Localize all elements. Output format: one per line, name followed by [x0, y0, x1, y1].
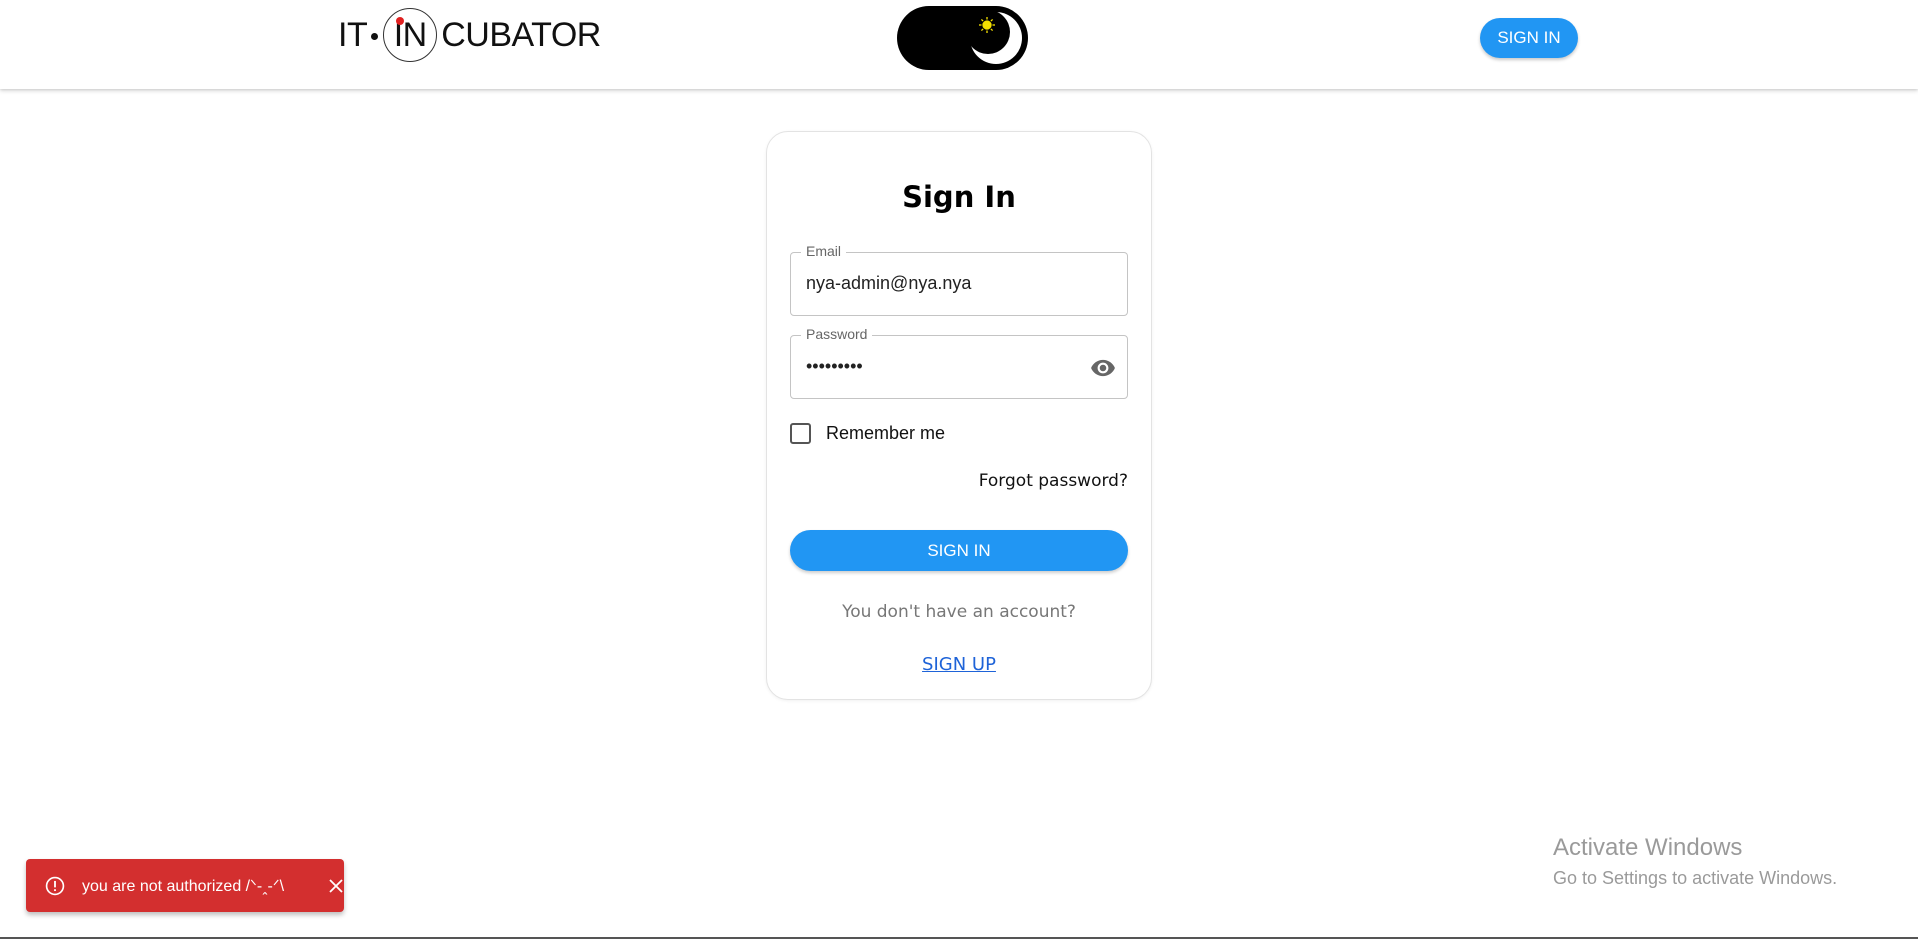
- page-title: Sign In: [902, 180, 1016, 214]
- remember-me-label[interactable]: Remember me: [826, 423, 945, 444]
- remember-me-checkbox[interactable]: [790, 423, 811, 444]
- header-signin-button[interactable]: SIGN IN: [1480, 18, 1578, 58]
- logo-dot: [371, 32, 379, 40]
- close-icon[interactable]: [328, 878, 344, 894]
- logo-in-circle: IN: [383, 8, 438, 62]
- logo-text-cubator: CUBATOR: [441, 15, 601, 54]
- no-account-text: You don't have an account?: [842, 602, 1076, 622]
- eye-icon[interactable]: [1089, 355, 1117, 381]
- moon-sun-icon: [968, 10, 1022, 64]
- windows-activation-subtitle: Go to Settings to activate Windows.: [1553, 868, 1838, 888]
- toast-message: you are not authorized /ᐠ-ꞈ-ᐟ\: [82, 878, 285, 895]
- password-value[interactable]: •••••••••: [806, 356, 863, 377]
- signin-card: Sign In Email nya-admin@nya.nya Password…: [766, 131, 1152, 700]
- forgot-password-link[interactable]: Forgot password?: [979, 471, 1128, 491]
- password-field[interactable]: Password •••••••••: [790, 326, 1128, 399]
- remember-me[interactable]: Remember me: [790, 423, 945, 444]
- email-field[interactable]: Email nya-admin@nya.nya: [790, 243, 1128, 316]
- signin-button[interactable]: SIGN IN: [790, 530, 1128, 571]
- it-incubator-logo[interactable]: IT IN CUBATOR: [338, 7, 601, 63]
- email-label: Email: [801, 243, 847, 259]
- error-icon: [45, 876, 65, 896]
- app-header: IT IN CUBATOR SIGN IN: [0, 0, 1918, 89]
- email-value[interactable]: nya-admin@nya.nya: [806, 273, 971, 294]
- logo-text-it: IT: [338, 15, 368, 54]
- theme-toggle[interactable]: [897, 6, 1028, 70]
- password-label: Password: [801, 326, 873, 342]
- windows-activation-title: Activate Windows: [1553, 834, 1743, 861]
- error-toast: you are not authorized /ᐠ-ꞈ-ᐟ\: [26, 859, 344, 912]
- signup-link[interactable]: SIGN UP: [767, 654, 1151, 675]
